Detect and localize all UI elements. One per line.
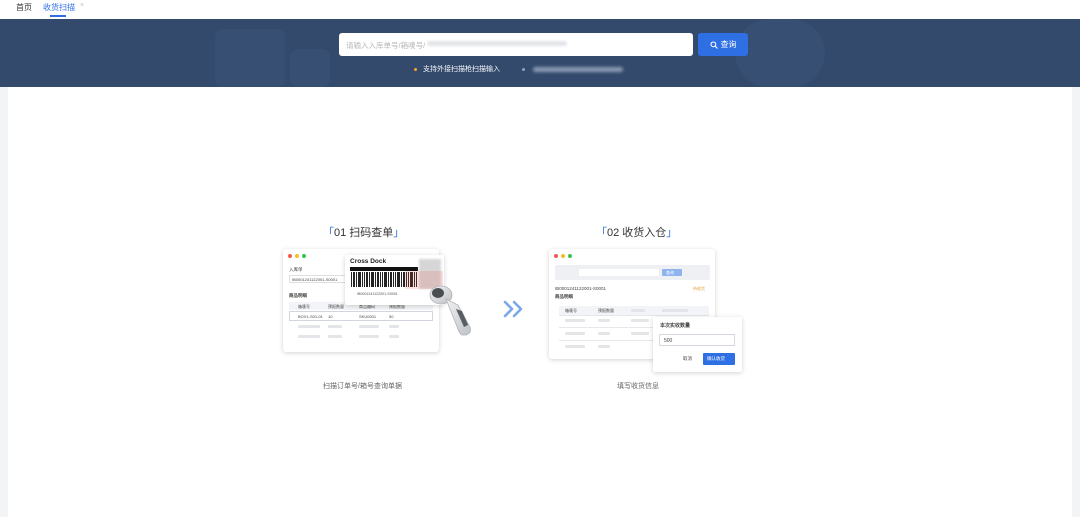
search-banner: 请输入入库单号/箱唛号/ 查询 支持外接扫描枪扫描输入 <box>0 19 1080 87</box>
scanner-hint: 支持外接扫描枪扫描输入 <box>414 64 623 74</box>
main-content <box>8 87 1072 517</box>
search-input[interactable]: 请输入入库单号/箱唛号/ <box>339 33 693 56</box>
search-button-label: 查询 <box>720 40 737 49</box>
close-tab-icon[interactable]: × <box>80 2 84 9</box>
background-decoration <box>215 29 285 87</box>
window-controls <box>288 254 306 258</box>
step-2-caption: 填写收货信息 <box>617 383 659 390</box>
active-tab-indicator <box>50 15 66 17</box>
hint-dot-icon <box>414 67 417 71</box>
hint-text: 支持外接扫描枪扫描输入 <box>423 66 500 73</box>
step-2-title: 「02 收货入仓」 <box>596 227 678 239</box>
tab-receiving-scan-label: 收货扫描 <box>43 3 75 12</box>
popup-confirm-button: 确认收货 <box>703 353 735 365</box>
double-chevron-right-icon <box>503 300 523 318</box>
top-nav: 首页 收货扫描 × <box>0 0 1080 19</box>
illustration-search-button: 查询 <box>662 269 682 276</box>
search-icon <box>709 40 718 49</box>
background-decoration <box>735 19 825 87</box>
search-button[interactable]: 查询 <box>698 33 748 56</box>
background-decoration <box>290 49 330 87</box>
tab-home[interactable]: 首页 <box>16 3 32 13</box>
tab-receiving-scan[interactable]: 收货扫描 <box>43 3 75 17</box>
window-controls <box>554 254 572 258</box>
quantity-input: 500 <box>659 334 735 346</box>
blurred-hint-text <box>533 66 623 72</box>
step-1-title: 「01 扫码查单」 <box>323 227 405 239</box>
step-1-caption: 扫描订单号/箱号查询单据 <box>323 383 402 390</box>
popup-cancel: 取消 <box>683 356 692 361</box>
receive-quantity-popup: 本次实收数量 500 取消 确认收货 <box>653 317 742 372</box>
hint-dot-icon <box>522 67 525 71</box>
barcode-scanner-icon <box>429 285 471 336</box>
blurred-placeholder-text <box>427 41 567 46</box>
search-placeholder: 请输入入库单号/箱唛号/ <box>346 41 426 50</box>
